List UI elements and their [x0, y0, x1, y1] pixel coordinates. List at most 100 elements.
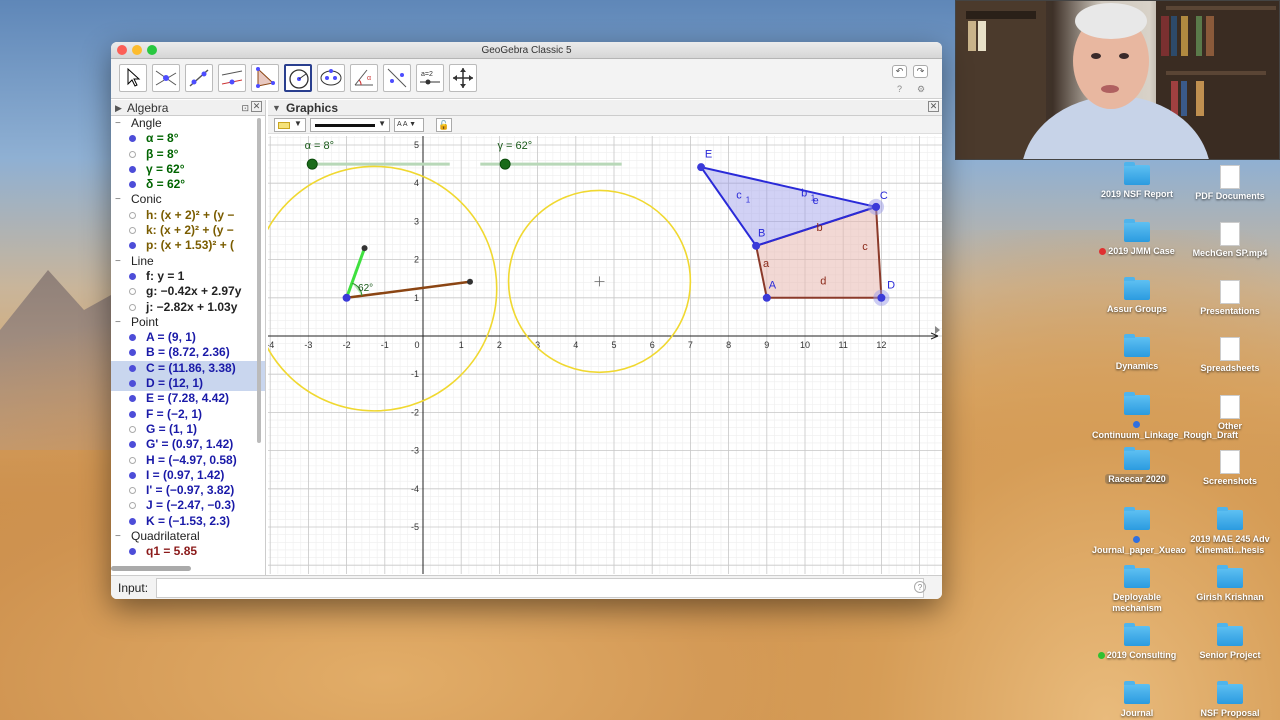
visibility-toggle[interactable]	[129, 135, 136, 143]
algebra-row[interactable]: K = (−1.53, 2.3)	[111, 514, 265, 529]
algebra-row[interactable]: G = (1, 1)	[111, 422, 265, 437]
collapse-triangle-icon[interactable]: ▶	[115, 100, 122, 116]
desktop-item[interactable]: 2019 NSF Report	[1092, 162, 1182, 200]
algebra-category-angle[interactable]: Angle	[111, 116, 265, 131]
algebra-row[interactable]: p: (x + 1.53)² + (	[111, 238, 265, 253]
visibility-toggle[interactable]	[129, 471, 136, 479]
visibility-toggle[interactable]	[129, 211, 136, 219]
visibility-toggle[interactable]	[129, 517, 136, 525]
perpendicular-tool-button[interactable]	[218, 64, 246, 92]
undock-icon[interactable]: ⊡	[241, 100, 249, 116]
reflect-tool-button[interactable]	[383, 64, 411, 92]
visibility-toggle[interactable]	[129, 380, 136, 388]
collapse-triangle-icon[interactable]: ▼	[272, 100, 281, 116]
desktop-item[interactable]: 2019 JMM Case	[1092, 219, 1182, 257]
algebra-row[interactable]: J = (−2.47, −0.3)	[111, 498, 265, 513]
point-F[interactable]	[342, 293, 351, 302]
slider-tool-button[interactable]: a=2	[416, 64, 444, 92]
input-field[interactable]	[156, 578, 924, 598]
point-E[interactable]	[697, 163, 706, 172]
point-tool-button[interactable]	[152, 64, 180, 92]
desktop-item[interactable]: Assur Groups	[1092, 277, 1182, 315]
minimize-window-button[interactable]	[132, 45, 142, 55]
zoom-window-button[interactable]	[147, 45, 157, 55]
conic-tool-button[interactable]	[317, 64, 345, 92]
algebra-row[interactable]: D = (12, 1)	[111, 376, 265, 392]
settings-gear-icon[interactable]: ⚙	[917, 84, 925, 95]
visibility-toggle[interactable]	[129, 487, 136, 495]
visibility-toggle[interactable]	[129, 181, 136, 189]
graphics-canvas[interactable]: -4-3-2-10123456789101112654321-1-2-3-4-5…	[268, 136, 942, 574]
move-tool-button[interactable]	[119, 64, 147, 92]
desktop-item[interactable]: Deployable mechanism	[1092, 565, 1182, 614]
desktop-item[interactable]: Racecar 2020	[1092, 447, 1182, 485]
algebra-row[interactable]: I = (0.97, 1.42)	[111, 468, 265, 483]
algebra-row[interactable]: j: −2.82x + 1.03y	[111, 300, 265, 315]
visibility-toggle[interactable]	[129, 303, 136, 311]
desktop-item[interactable]: Screenshots	[1185, 450, 1275, 487]
algebra-row[interactable]: f: y = 1	[111, 269, 265, 284]
algebra-object-list[interactable]: Angleα = 8°β = 8°γ = 62°δ = 62°Conich: (…	[111, 116, 265, 560]
visibility-toggle[interactable]	[129, 395, 136, 403]
move-graphics-view-tool-button[interactable]	[449, 64, 477, 92]
circle-tool-button[interactable]	[284, 64, 312, 92]
visibility-toggle[interactable]	[129, 410, 136, 418]
desktop-item[interactable]: Spreadsheets	[1185, 337, 1275, 374]
visibility-toggle[interactable]	[129, 334, 136, 342]
algebra-vertical-scrollbar[interactable]	[257, 118, 261, 443]
desktop-item[interactable]: Journal_paper_Xueao	[1092, 507, 1186, 556]
algebra-row[interactable]: C = (11.86, 3.38)	[111, 360, 265, 377]
polygon-tool-button[interactable]	[251, 64, 279, 92]
algebra-row[interactable]: g: −0.42x + 2.97y	[111, 284, 265, 299]
desktop-item[interactable]: Continuum_Linkage_Rough_Draft	[1092, 392, 1238, 441]
algebra-horizontal-scrollbar[interactable]	[111, 566, 191, 571]
algebra-row[interactable]: γ = 62°	[111, 162, 265, 177]
visibility-toggle[interactable]	[129, 456, 136, 464]
label-style-button[interactable]: A A ▼	[394, 118, 424, 132]
algebra-row[interactable]: I' = (−0.97, 3.82)	[111, 483, 265, 498]
visibility-toggle[interactable]	[129, 150, 136, 158]
algebra-category-point[interactable]: Point	[111, 315, 265, 330]
help-icon[interactable]: ?	[897, 84, 902, 94]
line-tool-button[interactable]	[185, 64, 213, 92]
undo-button[interactable]: ↶	[892, 65, 907, 78]
close-window-button[interactable]	[117, 45, 127, 55]
algebra-row[interactable]: B = (8.72, 2.36)	[111, 345, 265, 360]
visibility-toggle[interactable]	[129, 227, 136, 235]
color-picker-button[interactable]: ▼	[274, 118, 306, 132]
algebra-row[interactable]: G' = (0.97, 1.42)	[111, 437, 265, 452]
visibility-toggle[interactable]	[129, 364, 136, 372]
visibility-toggle[interactable]	[129, 272, 136, 280]
algebra-category-line[interactable]: Line	[111, 254, 265, 269]
visibility-toggle[interactable]	[129, 242, 136, 250]
algebra-row[interactable]: k: (x + 2)² + (y −	[111, 223, 265, 238]
algebra-row[interactable]: α = 8°	[111, 131, 265, 146]
visibility-toggle[interactable]	[129, 548, 136, 556]
algebra-category-quad[interactable]: Quadrilateral	[111, 529, 265, 544]
desktop-item[interactable]: Other	[1185, 395, 1275, 432]
point-C[interactable]	[872, 202, 881, 211]
desktop-item[interactable]: Girish Krishnan	[1185, 565, 1275, 603]
point-D[interactable]	[877, 293, 886, 302]
fix-object-button[interactable]: 🔓	[436, 118, 452, 132]
algebra-row[interactable]: q1 = 5.85	[111, 544, 265, 559]
close-view-icon[interactable]: ✕	[928, 101, 939, 112]
alpha-slider-knob[interactable]	[306, 158, 318, 170]
algebra-row[interactable]: A = (9, 1)	[111, 330, 265, 345]
panel-collapse-icon[interactable]	[935, 326, 940, 334]
algebra-row[interactable]: δ = 62°	[111, 177, 265, 192]
visibility-toggle[interactable]	[129, 441, 136, 449]
desktop-item[interactable]: Journal	[1092, 681, 1182, 719]
gamma-slider-knob[interactable]	[499, 158, 511, 170]
algebra-row[interactable]: F = (−2, 1)	[111, 407, 265, 422]
point-A[interactable]	[762, 293, 771, 302]
desktop-item[interactable]: MechGen SP.mp4	[1185, 222, 1275, 259]
desktop-item[interactable]: Presentations	[1185, 280, 1275, 317]
desktop-item[interactable]: Senior Project	[1185, 623, 1275, 661]
line-style-button[interactable]: ▼	[310, 118, 390, 132]
algebra-row[interactable]: H = (−4.97, 0.58)	[111, 453, 265, 468]
angle-tool-button[interactable]: α	[350, 64, 378, 92]
visibility-toggle[interactable]	[129, 502, 136, 510]
desktop-item[interactable]: 2019 Consulting	[1092, 623, 1182, 661]
redo-button[interactable]: ↷	[913, 65, 928, 78]
